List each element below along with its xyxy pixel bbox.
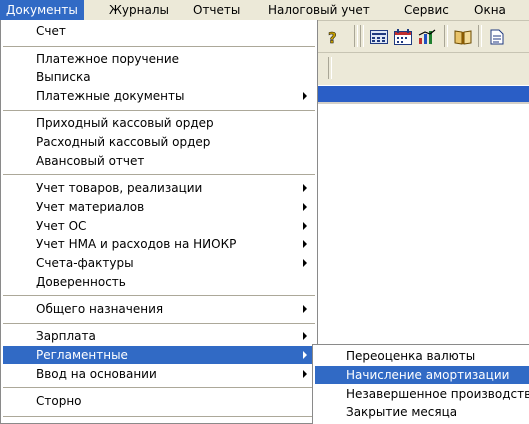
submenu-arrow-icon [303,203,307,211]
menu-item-goods-sales[interactable]: Учет товаров, реализации [3,179,315,197]
chart-icon[interactable] [416,25,438,49]
menu-bar: Документы Журналы Отчеты Налоговый учет … [0,0,529,21]
menu-tax-accounting[interactable]: Налоговый учет [262,0,376,20]
submenu-item-label: Закрытие месяца [346,405,458,419]
window-border [318,102,529,104]
submenu-item-label: Начисление амортизации [346,368,510,382]
help-icon[interactable]: ? [322,25,344,49]
menu-separator [3,110,315,111]
calendar-icon[interactable] [392,25,414,49]
menu-item-label: Платежное поручение [36,52,180,66]
menu-item-label: Приходный кассовый ордер [36,116,214,130]
window-title-bar [318,86,529,102]
menu-item-label: Сторно [36,394,82,408]
menu-separator [3,416,315,417]
toolbar-separator [478,25,482,47]
menu-separator [3,46,315,47]
submenu-item-label: Переоценка валюты [346,349,476,363]
toolbar-separator [354,25,358,47]
svg-text:?: ? [328,29,337,45]
menu-item-general-purpose[interactable]: Общего назначения [3,300,315,318]
toolbar-row [318,52,529,83]
calculator-icon[interactable] [368,25,390,49]
menu-item-power-of-attorney[interactable]: Доверенность [3,273,315,291]
toolbar-separator [360,25,364,47]
menu-separator [3,323,315,324]
menu-item-cash-expense-order[interactable]: Расходный кассовый ордер [3,133,315,151]
menu-item-create-based-on[interactable]: Ввод на основании [3,365,315,383]
menu-separator [3,387,315,388]
regulatory-submenu: Переоценка валюты Начисление амортизации… [312,344,529,424]
menu-item-label: Выписка [36,70,91,84]
menu-service[interactable]: Сервис [398,0,455,20]
menu-item-label: Авансовый отчет [36,154,145,168]
submenu-arrow-icon [303,351,307,359]
book-icon[interactable] [452,25,474,49]
menu-item-regulatory[interactable]: Регламентные [3,346,315,364]
toolbar-separator [328,57,332,79]
menu-item-label: Доверенность [36,275,126,289]
menu-item-label: Учет товаров, реализации [36,181,203,195]
menu-journals[interactable]: Журналы [103,0,175,20]
documents-menu: Счет Платежное поручение Выписка Платежн… [0,20,318,424]
menu-item-advance-report[interactable]: Авансовый отчет [3,152,315,170]
submenu-arrow-icon [303,92,307,100]
submenu-arrow-icon [303,184,307,192]
menu-item-intangible-assets[interactable]: Учет НМА и расходов на НИОКР [3,235,315,253]
submenu-arrow-icon [303,332,307,340]
menu-item-label: Расходный кассовый ордер [36,135,211,149]
menu-item-payment-order[interactable]: Платежное поручение [3,50,315,68]
menu-item-statement[interactable]: Выписка [3,68,315,86]
menu-item-label: Счета-фактуры [36,256,134,270]
toolbar-separator [444,25,448,47]
menu-item-label: Счет [36,24,66,38]
menu-item-label: Платежные документы [36,89,185,103]
menu-item-materials[interactable]: Учет материалов [3,198,315,216]
submenu-item-depreciation[interactable]: Начисление амортизации [315,366,529,384]
submenu-item-work-in-progress[interactable]: Незавершенное производство [315,385,529,403]
submenu-item-label: Незавершенное производство [346,387,529,401]
menu-documents[interactable]: Документы [0,0,84,20]
menu-item-invoices[interactable]: Счета-фактуры [3,254,315,272]
submenu-arrow-icon [303,259,307,267]
menu-separator [3,174,315,175]
document-icon[interactable] [486,25,508,49]
submenu-arrow-icon [303,240,307,248]
menu-item-label: Учет материалов [36,200,145,214]
menu-item-cash-receipt-order[interactable]: Приходный кассовый ордер [3,114,315,132]
menu-item-fixed-assets[interactable]: Учет ОС [3,217,315,235]
menu-item-payment-documents[interactable]: Платежные документы [3,87,315,105]
menu-item-account[interactable]: Счет [3,22,315,40]
menu-item-reversal[interactable]: Сторно [3,392,315,410]
menu-reports[interactable]: Отчеты [187,0,246,20]
menu-item-label: Зарплата [36,329,96,343]
toolbar: ? [318,21,529,85]
menu-item-label: Учет ОС [36,219,87,233]
menu-item-label: Регламентные [36,348,128,362]
submenu-item-month-close[interactable]: Закрытие месяца [315,403,529,421]
menu-item-label: Учет НМА и расходов на НИОКР [36,237,237,251]
menu-separator [3,295,315,296]
submenu-arrow-icon [303,222,307,230]
submenu-arrow-icon [303,305,307,313]
submenu-item-currency-revaluation[interactable]: Переоценка валюты [315,347,529,365]
menu-item-payroll[interactable]: Зарплата [3,327,315,345]
submenu-arrow-icon [303,370,307,378]
menu-windows[interactable]: Окна [468,0,512,20]
menu-item-label: Ввод на основании [36,367,157,381]
menu-item-label: Общего назначения [36,302,164,316]
